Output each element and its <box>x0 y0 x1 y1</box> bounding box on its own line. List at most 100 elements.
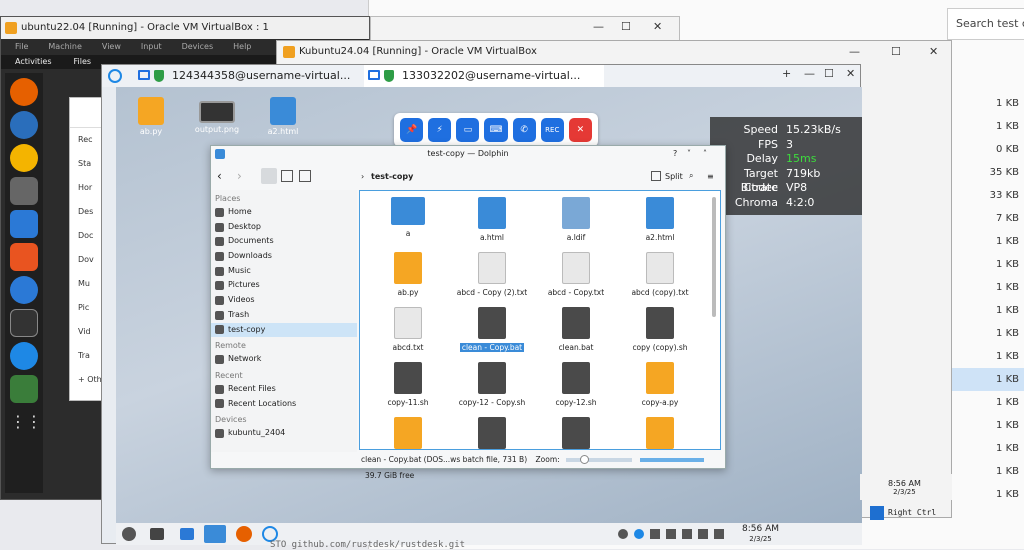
place-item-videos[interactable]: Videos <box>211 293 357 308</box>
file-item[interactable]: copy-12 - Copy.sh <box>450 362 534 407</box>
place-item-kubuntu_2404[interactable]: kubuntu_2404 <box>211 426 357 441</box>
file-view[interactable]: a a.html a.ldif a2.html ab.py abcd - Copy (2)… <box>359 190 721 450</box>
place-item-recent-files[interactable]: Recent Files <box>211 382 357 397</box>
stat-row-chroma: Chroma 4:2:0 <box>710 196 862 211</box>
actions-button[interactable]: ⚡ <box>428 118 452 142</box>
place-item-trash[interactable]: Trash <box>211 308 357 323</box>
details-view-icon[interactable] <box>299 170 311 182</box>
minimize-icon[interactable]: — <box>804 67 815 80</box>
scrollbar[interactable] <box>712 197 716 317</box>
back-icon[interactable]: ‹ <box>217 169 222 183</box>
file-item[interactable]: a.ldif <box>534 197 618 242</box>
maximize-icon[interactable]: ˄ <box>703 146 707 162</box>
close-icon[interactable]: ✕ <box>846 67 855 80</box>
close-icon[interactable]: ✕ <box>653 20 662 33</box>
rhythmbox-icon[interactable] <box>10 144 38 172</box>
minimize-icon[interactable]: — <box>849 41 860 63</box>
place-item-network[interactable]: Network <box>211 352 357 367</box>
place-item-documents[interactable]: Documents <box>211 234 357 249</box>
file-item[interactable] <box>366 417 450 449</box>
menu-item-devices[interactable]: Devices <box>182 39 214 55</box>
tab-session-2[interactable]: 133032202@username-virtual... <box>364 65 604 87</box>
dolphin-taskbar-icon[interactable] <box>204 525 226 543</box>
file-item[interactable]: copy-a.py <box>618 362 702 407</box>
shell-file-icon <box>394 362 422 394</box>
store-icon[interactable] <box>180 528 194 540</box>
menu-item-machine[interactable]: Machine <box>48 39 82 55</box>
file-item[interactable]: clean.bat <box>534 307 618 352</box>
files-icon[interactable] <box>10 177 38 205</box>
compact-view-icon[interactable] <box>281 170 293 182</box>
disconnect-button[interactable]: ✕ <box>568 118 592 142</box>
file-item[interactable] <box>618 417 702 449</box>
maximize-icon[interactable]: ☐ <box>621 20 631 33</box>
maximize-icon[interactable]: ☐ <box>824 67 834 80</box>
chevron-down-icon[interactable]: ˅ <box>687 146 691 162</box>
display-button[interactable]: ▭ <box>456 118 480 142</box>
record-button[interactable]: REC <box>540 118 564 142</box>
place-item-recent-locations[interactable]: Recent Locations <box>211 397 357 412</box>
maximize-icon[interactable]: ☐ <box>891 41 901 63</box>
menu-item-view[interactable]: View <box>102 39 121 55</box>
file-item[interactable] <box>450 417 534 449</box>
tab-session-1[interactable]: 124344358@username-virtual... <box>134 65 360 87</box>
chat-button[interactable]: ✆ <box>512 118 536 142</box>
split-button[interactable]: Split <box>665 172 683 181</box>
place-item-music[interactable]: Music <box>211 264 357 279</box>
software-icon[interactable] <box>10 243 38 271</box>
trash-icon[interactable] <box>10 375 38 403</box>
thunderbird-icon[interactable] <box>10 111 38 139</box>
activities-button[interactable]: Activities <box>15 55 52 69</box>
file-item[interactable]: a2.html <box>618 197 702 242</box>
firefox-icon[interactable] <box>10 78 38 106</box>
file-item[interactable]: a.html <box>450 197 534 242</box>
writer-icon[interactable] <box>10 210 38 238</box>
file-item[interactable]: clean - Copy.bat <box>450 307 534 352</box>
file-item[interactable]: ab.py <box>366 252 450 297</box>
app-grid-icon[interactable]: ⋮⋮ <box>10 408 42 436</box>
desktop-icon-output-png[interactable]: output.png <box>192 97 242 134</box>
place-item-desktop[interactable]: Desktop <box>211 220 357 235</box>
file-item[interactable]: abcd - Copy.txt <box>534 252 618 297</box>
place-item-downloads[interactable]: Downloads <box>211 249 357 264</box>
file-item[interactable]: copy-12.sh <box>534 362 618 407</box>
kde-launcher-icon[interactable] <box>122 527 136 541</box>
file-item[interactable]: copy (copy).sh <box>618 307 702 352</box>
file-item[interactable]: abcd.txt <box>366 307 450 352</box>
forward-icon[interactable]: › <box>237 169 242 183</box>
menu-item-file[interactable]: File <box>15 39 28 55</box>
keyboard-button[interactable]: ⌨ <box>484 118 508 142</box>
remote-desktop-view[interactable]: ab.py output.png a2.html 📌 ⚡ ▭ ⌨ ✆ REC ✕… <box>116 87 862 523</box>
close-icon[interactable]: ✕ <box>929 41 938 63</box>
firefox-icon[interactable] <box>236 526 252 542</box>
breadcrumb[interactable]: test-copy <box>371 172 413 181</box>
file-item[interactable]: abcd (copy).txt <box>618 252 702 297</box>
file-item[interactable]: copy-11.sh <box>366 362 450 407</box>
file-item[interactable]: a <box>366 197 450 238</box>
place-item-home[interactable]: Home <box>211 205 357 220</box>
hamburger-menu-icon[interactable]: ≡ <box>707 172 714 181</box>
terminal-icon[interactable] <box>10 309 38 337</box>
zoom-slider[interactable] <box>566 455 633 464</box>
menu-item-input[interactable]: Input <box>141 39 162 55</box>
file-item[interactable]: abcd - Copy (2).txt <box>450 252 534 297</box>
icons-view-icon[interactable] <box>261 168 277 184</box>
add-tab-icon[interactable]: + <box>782 67 791 80</box>
help-icon[interactable] <box>10 276 38 304</box>
kde-clock[interactable]: 8:56 AM 2/3/25 <box>742 524 779 544</box>
rustdesk-window: 124344358@username-virtual... 133032202@… <box>101 64 862 545</box>
minimize-icon[interactable]: — <box>593 20 604 33</box>
place-item-pictures[interactable]: Pictures <box>211 278 357 293</box>
search-input[interactable]: Search test co <box>947 8 1024 40</box>
overview-icon[interactable] <box>150 528 164 540</box>
pin-button[interactable]: 📌 <box>400 118 424 142</box>
desktop-icon-a2-html[interactable]: a2.html <box>258 97 308 136</box>
desktop-icon-ab-py[interactable]: ab.py <box>126 97 176 136</box>
help-icon[interactable]: ? <box>673 146 677 162</box>
files-app-label[interactable]: Files <box>74 55 92 69</box>
file-item[interactable] <box>534 417 618 449</box>
place-item-test-copy[interactable]: test-copy <box>211 322 357 338</box>
menu-item-help[interactable]: Help <box>233 39 251 55</box>
rustdesk-icon[interactable] <box>10 342 38 370</box>
search-icon[interactable]: ⌕ <box>689 171 693 181</box>
